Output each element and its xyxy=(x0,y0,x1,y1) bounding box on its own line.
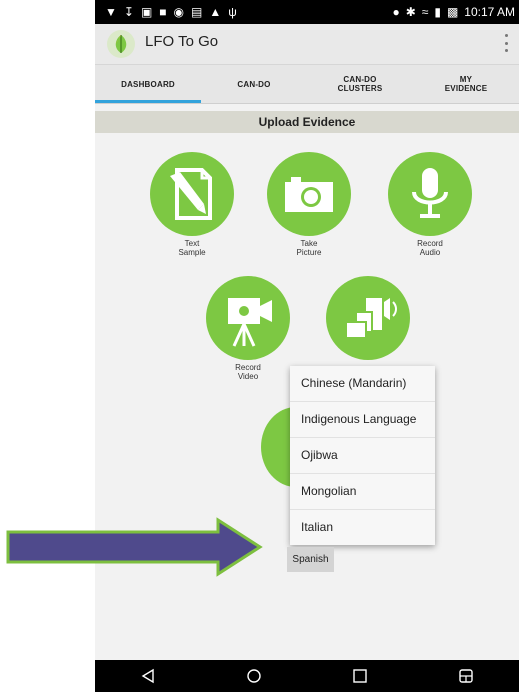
battery-icon: ▩ xyxy=(446,5,459,19)
photo-icon: ▤ xyxy=(191,5,203,19)
record-audio-button[interactable]: Record Audio xyxy=(385,152,475,257)
wifi-icon: ▼ xyxy=(105,5,117,19)
language-select[interactable]: Spanish xyxy=(287,547,334,572)
wifi-signal-icon: ≈ xyxy=(421,5,429,19)
split-screen-icon[interactable] xyxy=(446,661,486,691)
device-screen: ▼ ↧ ▣ ■ ◉ ▤ ▲ ψ ● ✱ ≈ ▮ ▩ 10:17 AM LFO T… xyxy=(95,0,519,692)
navigation-bar xyxy=(95,660,519,692)
back-icon[interactable] xyxy=(128,661,168,691)
take-picture-button[interactable]: Take Picture xyxy=(264,152,354,257)
record-video-label: Record Video xyxy=(235,363,261,381)
status-bar: ▼ ↧ ▣ ■ ◉ ▤ ▲ ψ ● ✱ ≈ ▮ ▩ 10:17 AM xyxy=(95,0,519,24)
text-sample-label: Text Sample xyxy=(178,239,206,257)
tab-can-do-clusters[interactable]: CAN-DO CLUSTERS xyxy=(307,65,413,103)
media-upload-button[interactable] xyxy=(323,276,413,363)
app-icon: ■ xyxy=(159,5,167,19)
notification-icons: ▼ ↧ ▣ ■ ◉ ▤ ▲ ψ xyxy=(105,4,237,20)
take-picture-label: Take Picture xyxy=(296,239,322,257)
overflow-menu-icon[interactable] xyxy=(505,34,509,52)
media-collage-icon xyxy=(326,276,410,360)
language-option[interactable]: Chinese (Mandarin) xyxy=(290,366,435,402)
home-icon[interactable] xyxy=(234,661,274,691)
camera-icon xyxy=(267,152,351,236)
language-option[interactable]: Ojibwa xyxy=(290,438,435,474)
cell-signal-icon: ▮ xyxy=(434,5,441,19)
camera-icon: ◉ xyxy=(173,5,185,19)
language-option[interactable]: Mongolian xyxy=(290,474,435,510)
language-dropdown-menu: Chinese (Mandarin) Indigenous Language O… xyxy=(290,366,435,545)
arrow-icon xyxy=(6,517,263,577)
page-title: Upload Evidence xyxy=(95,111,519,133)
tab-bar: DASHBOARD CAN-DO CAN-DO CLUSTERS MY EVID… xyxy=(95,65,519,104)
leaf-logo-icon xyxy=(107,30,135,58)
microphone-icon xyxy=(388,152,472,236)
image-icon: ▣ xyxy=(140,5,153,19)
android-icon: ▲ xyxy=(209,5,222,19)
clock: 10:17 AM xyxy=(464,5,515,19)
video-camera-icon xyxy=(206,276,290,360)
bluetooth-icon: ✱ xyxy=(405,5,416,19)
text-sample-button[interactable]: Text Sample xyxy=(147,152,237,257)
language-option[interactable]: Indigenous Language xyxy=(290,402,435,438)
pencil-page-icon xyxy=(150,152,234,236)
recents-icon[interactable] xyxy=(340,661,380,691)
download-icon: ↧ xyxy=(123,5,134,19)
app-title: LFO To Go xyxy=(145,33,219,50)
app-bar: LFO To Go xyxy=(95,24,519,65)
location-icon: ● xyxy=(392,5,400,19)
language-option[interactable]: Italian xyxy=(290,510,435,545)
system-status: ● ✱ ≈ ▮ ▩ 10:17 AM xyxy=(392,4,515,20)
record-video-button[interactable]: Record Video xyxy=(203,276,293,381)
tab-my-evidence[interactable]: MY EVIDENCE xyxy=(413,65,519,103)
record-audio-label: Record Audio xyxy=(417,239,443,257)
usb-icon: ψ xyxy=(228,5,237,19)
tab-dashboard[interactable]: DASHBOARD xyxy=(95,65,201,103)
tab-can-do[interactable]: CAN-DO xyxy=(201,65,307,103)
